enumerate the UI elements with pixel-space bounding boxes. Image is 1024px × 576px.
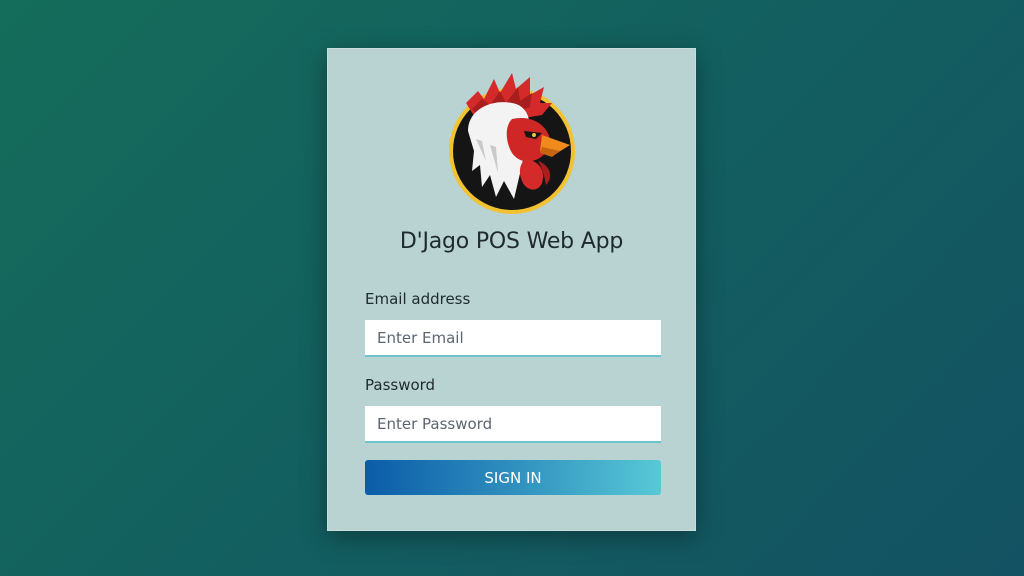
email-field[interactable] (365, 320, 661, 357)
login-page: { "app": { "title": "D'Jago POS Web App"… (0, 0, 1024, 576)
password-field[interactable] (365, 406, 661, 443)
login-card: D'Jago POS Web App Email address Passwor… (327, 48, 696, 531)
rooster-logo-icon (449, 73, 575, 214)
sign-in-button[interactable]: SIGN IN (365, 460, 661, 495)
password-label: Password (365, 376, 436, 394)
page-title: D'Jago POS Web App (399, 229, 624, 254)
email-label: Email address (365, 290, 471, 308)
